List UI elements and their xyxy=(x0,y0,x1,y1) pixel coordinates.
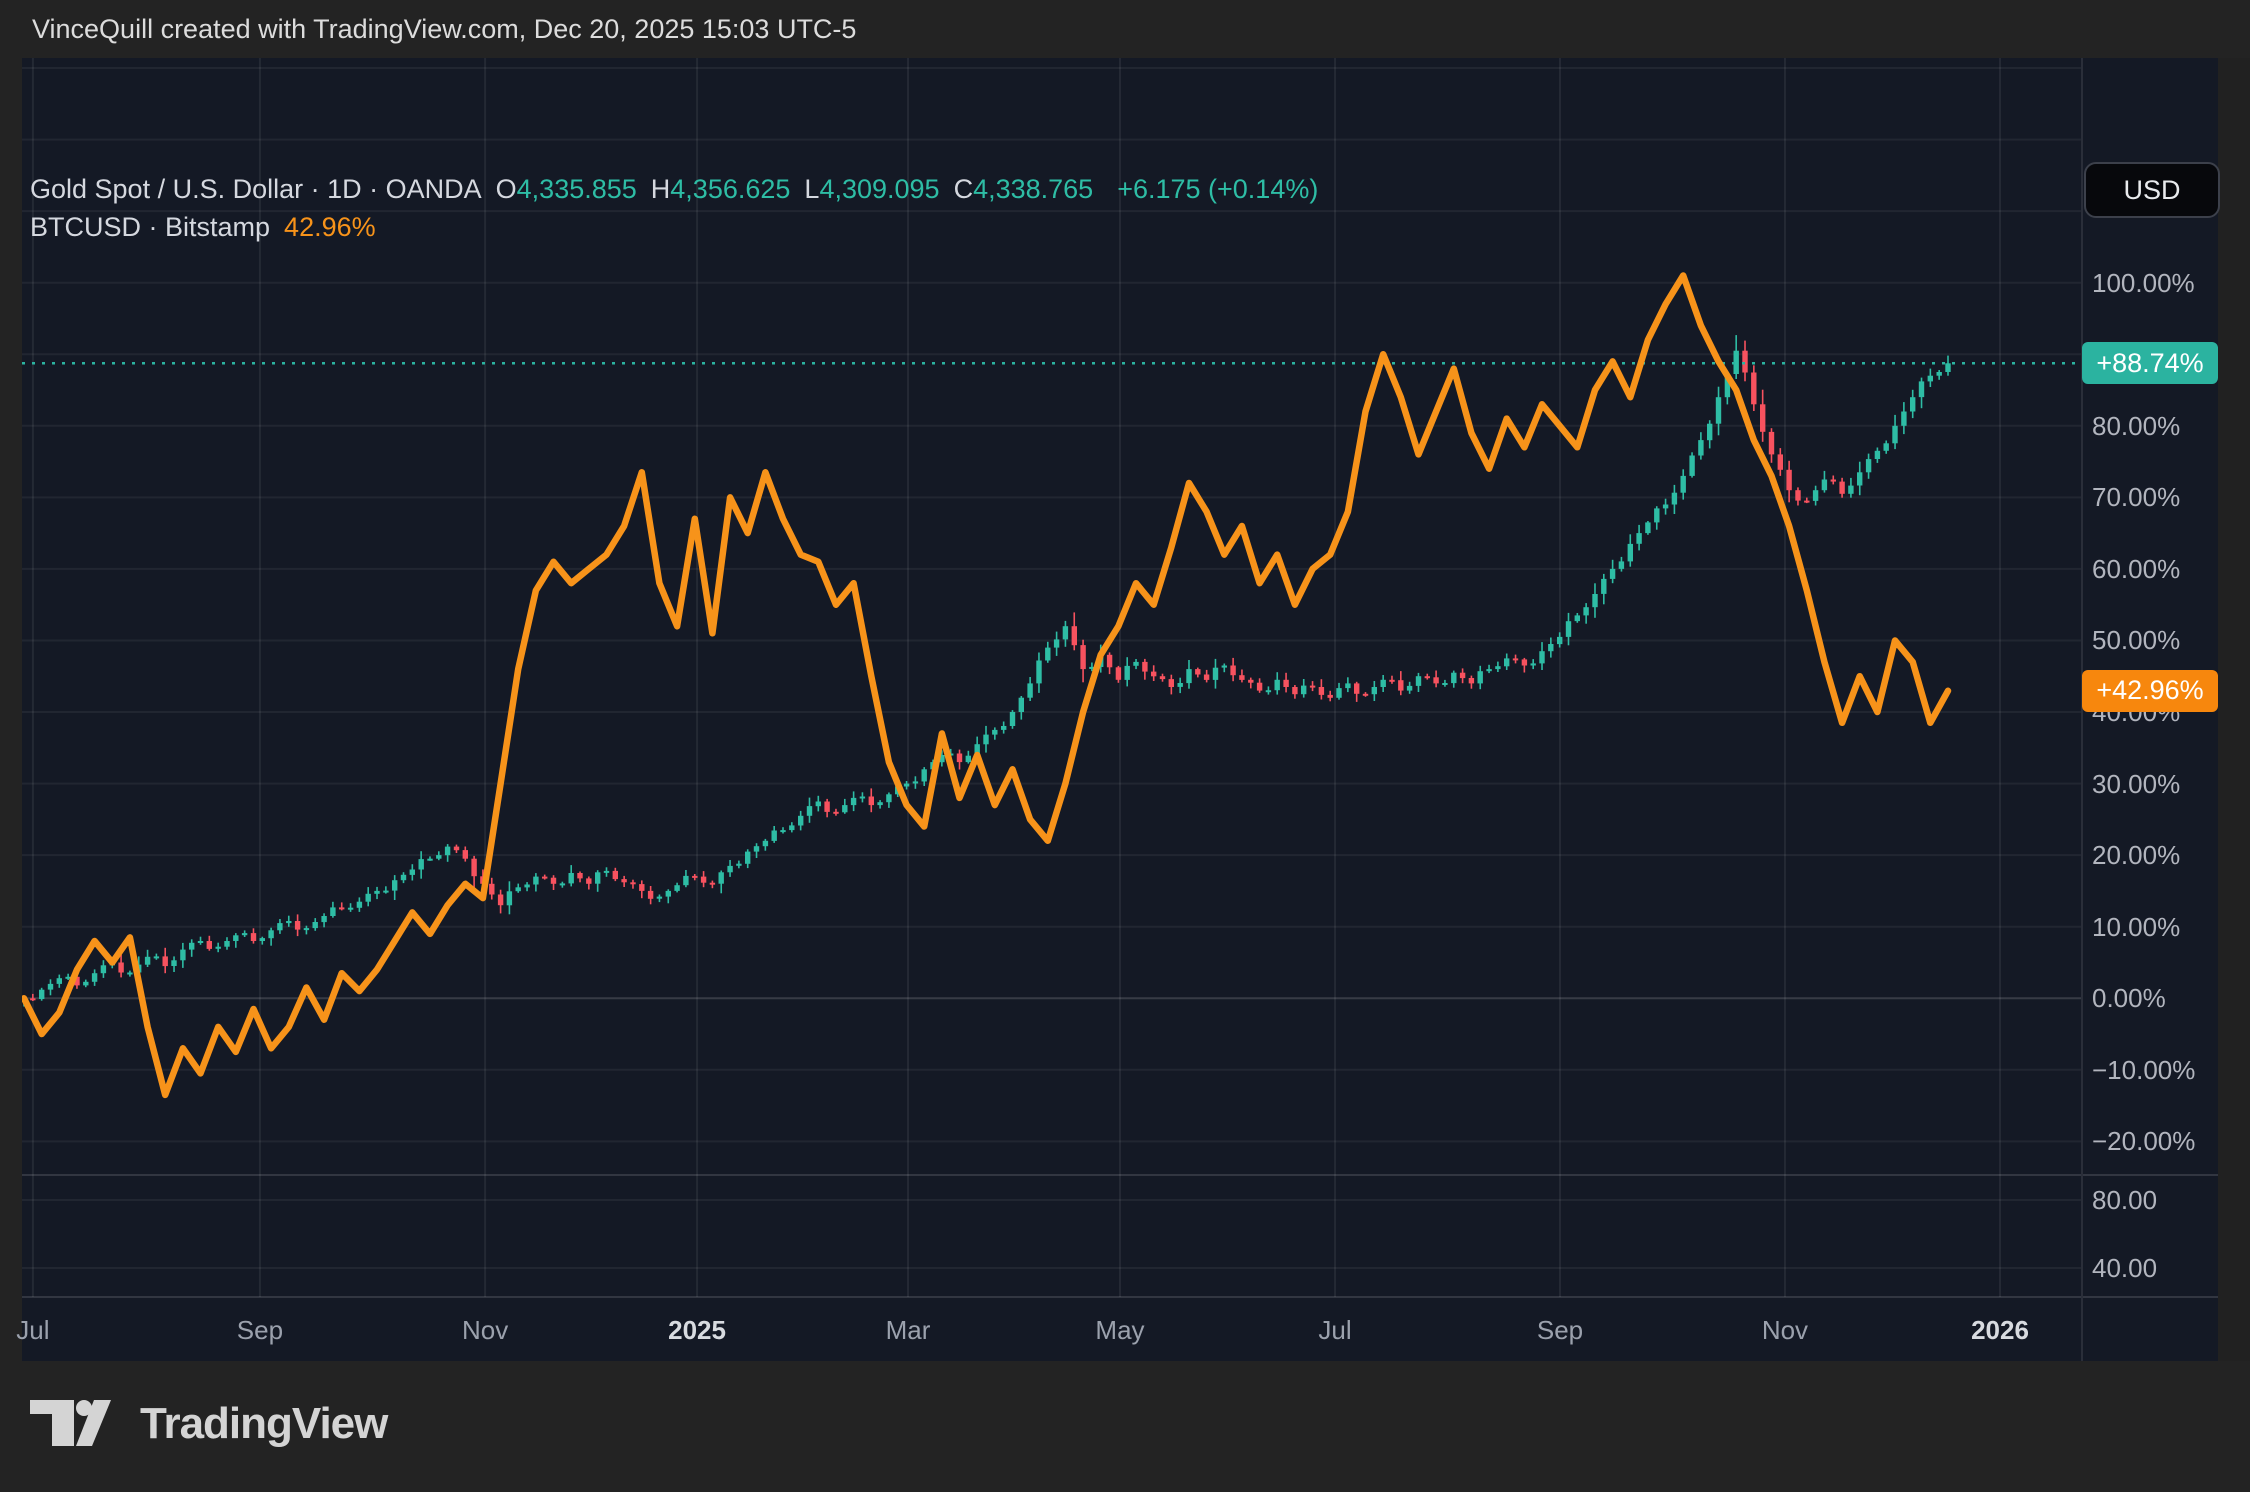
time-axis-label: 2025 xyxy=(668,1312,726,1348)
price-axis-label: 70.00% xyxy=(2092,481,2180,513)
time-axis-label: May xyxy=(1095,1312,1144,1348)
gold-candles-layer xyxy=(22,335,1951,1006)
ohlc-token: C4,338.765 xyxy=(954,174,1094,205)
price-axis-label: 60.00% xyxy=(2092,553,2180,585)
compare-symbol-change: 42.96% xyxy=(284,212,376,243)
chart-canvas[interactable] xyxy=(22,58,2218,1361)
price-axis-label: 100.00% xyxy=(2092,267,2195,299)
page-footer: TradingView xyxy=(0,1361,2250,1492)
subpane-axis-label: 80.00 xyxy=(2092,1184,2157,1216)
time-axis-label: Nov xyxy=(462,1312,508,1348)
btc-last-price-badge: +42.96% xyxy=(2082,670,2218,712)
price-axis-label: −10.00% xyxy=(2092,1054,2195,1086)
legend-compare-symbol-row[interactable]: BTCUSD · Bitstamp 42.96% xyxy=(30,208,1318,246)
price-axis-label: −20.00% xyxy=(2092,1125,2195,1157)
page-right-margin xyxy=(2218,58,2250,1361)
time-axis-label: 2026 xyxy=(1971,1312,2029,1348)
ohlc-token: L4,309.095 xyxy=(804,174,939,205)
compare-symbol-title[interactable]: BTCUSD · Bitstamp xyxy=(30,212,270,243)
ohlc-token: H4,356.625 xyxy=(651,174,791,205)
price-axis-label: 30.00% xyxy=(2092,768,2180,800)
main-symbol-title[interactable]: Gold Spot / U.S. Dollar · 1D · OANDA xyxy=(30,174,482,205)
price-axis-label: 10.00% xyxy=(2092,911,2180,943)
price-axis-label: 50.00% xyxy=(2092,624,2180,656)
btc-line xyxy=(24,276,1948,1095)
time-axis-label: Sep xyxy=(1537,1312,1583,1348)
time-axis-label: Jul xyxy=(1318,1312,1351,1348)
tradingview-snapshot: VinceQuill created with TradingView.com,… xyxy=(0,0,2250,1492)
legend-main-symbol-row[interactable]: Gold Spot / U.S. Dollar · 1D · OANDA O4,… xyxy=(30,170,1318,208)
price-axis-label: 0.00% xyxy=(2092,982,2166,1014)
price-axis-label: 80.00% xyxy=(2092,410,2180,442)
main-symbol-change: +6.175 (+0.14%) xyxy=(1117,174,1318,205)
time-axis-label: Jul xyxy=(16,1312,49,1348)
chart-legend: Gold Spot / U.S. Dollar · 1D · OANDA O4,… xyxy=(30,170,1318,246)
tradingview-logo[interactable]: TradingView xyxy=(30,1399,387,1449)
tradingview-logo-icon xyxy=(30,1400,114,1448)
time-axis-label: Mar xyxy=(886,1312,931,1348)
price-axis-label: 20.00% xyxy=(2092,839,2180,871)
ohlc-values: O4,335.855 H4,356.625 L4,309.095 C4,338.765 xyxy=(496,174,1104,205)
time-axis-label: Sep xyxy=(237,1312,283,1348)
gold-last-price-badge: +88.74% xyxy=(2082,342,2218,384)
ohlc-token: O4,335.855 xyxy=(496,174,637,205)
snapshot-attribution: VinceQuill created with TradingView.com,… xyxy=(32,12,856,46)
time-axis-label: Nov xyxy=(1762,1312,1808,1348)
currency-toggle-button[interactable]: USD xyxy=(2084,162,2220,218)
tradingview-logo-text: TradingView xyxy=(140,1399,387,1449)
chart-widget[interactable]: Gold Spot / U.S. Dollar · 1D · OANDA O4,… xyxy=(22,58,2218,1361)
subpane-axis-label: 40.00 xyxy=(2092,1252,2157,1284)
